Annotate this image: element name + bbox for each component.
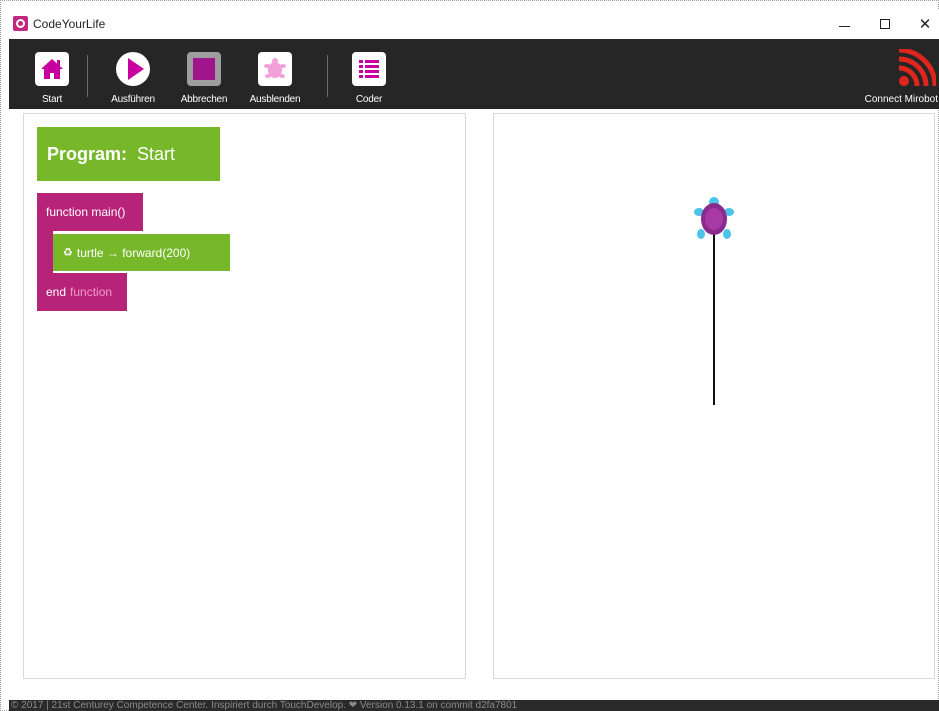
abort-button[interactable]: Abbrechen [169, 47, 239, 107]
run-button[interactable]: Ausführen [98, 47, 168, 107]
footer-status: © 2017 | 21st Centurey Competence Center… [9, 700, 939, 711]
turtle-icon [258, 52, 292, 86]
end-function-block[interactable]: end function [37, 273, 127, 311]
run-label: Ausführen [111, 94, 155, 105]
minimize-icon [838, 25, 850, 27]
end-function-keyword: function [70, 285, 113, 299]
window-title: CodeYourLife [33, 17, 106, 31]
function-header-block[interactable]: function main() [37, 193, 143, 231]
list-icon [352, 52, 386, 86]
toolbar: Start Ausführen Abbrechen Ausblenden Cod… [9, 39, 939, 109]
turtle-drawing [694, 197, 734, 405]
function-body-spine [37, 231, 53, 273]
hide-button[interactable]: Ausblenden [240, 47, 310, 107]
app-window: CodeYourLife ✕ Start Ausführen Abbrechen… [0, 0, 939, 711]
wifi-icon [898, 49, 936, 87]
statement-text: turtle → forward(200) [76, 245, 191, 260]
coder-button[interactable]: Coder [334, 47, 404, 107]
play-icon [116, 52, 150, 86]
minimize-button[interactable] [824, 9, 864, 39]
close-button[interactable]: ✕ [905, 9, 939, 39]
coder-label: Coder [355, 94, 383, 105]
title-bar: CodeYourLife ✕ [9, 9, 939, 39]
forward-statement-block[interactable]: ♻ turtle → forward(200) [53, 234, 230, 271]
connect-label: Connect Mirobot [864, 94, 938, 105]
code-panel: Program: Start function main() ♻ turtle … [23, 113, 466, 679]
turtle-sprite [694, 197, 734, 239]
program-header[interactable]: Program: Start [37, 127, 220, 181]
start-button[interactable]: Start [17, 47, 87, 107]
app-logo-icon [13, 16, 28, 31]
program-keyword: Program: [47, 143, 128, 164]
end-keyword: end [46, 285, 67, 299]
hide-label: Ausblenden [249, 94, 301, 105]
toolbar-separator [327, 55, 328, 97]
home-icon [35, 52, 69, 86]
turtle-canvas[interactable] [493, 113, 935, 679]
recycle-icon: ♻ [63, 246, 73, 259]
start-label: Start [41, 94, 63, 105]
program-name: Start [137, 143, 176, 164]
abort-label: Abbrechen [180, 94, 228, 105]
toolbar-separator [87, 55, 88, 97]
connect-mirobot-button[interactable]: Connect Mirobot [858, 49, 938, 105]
maximize-button[interactable] [865, 9, 905, 39]
stop-icon [187, 52, 221, 86]
maximize-icon [880, 19, 890, 29]
